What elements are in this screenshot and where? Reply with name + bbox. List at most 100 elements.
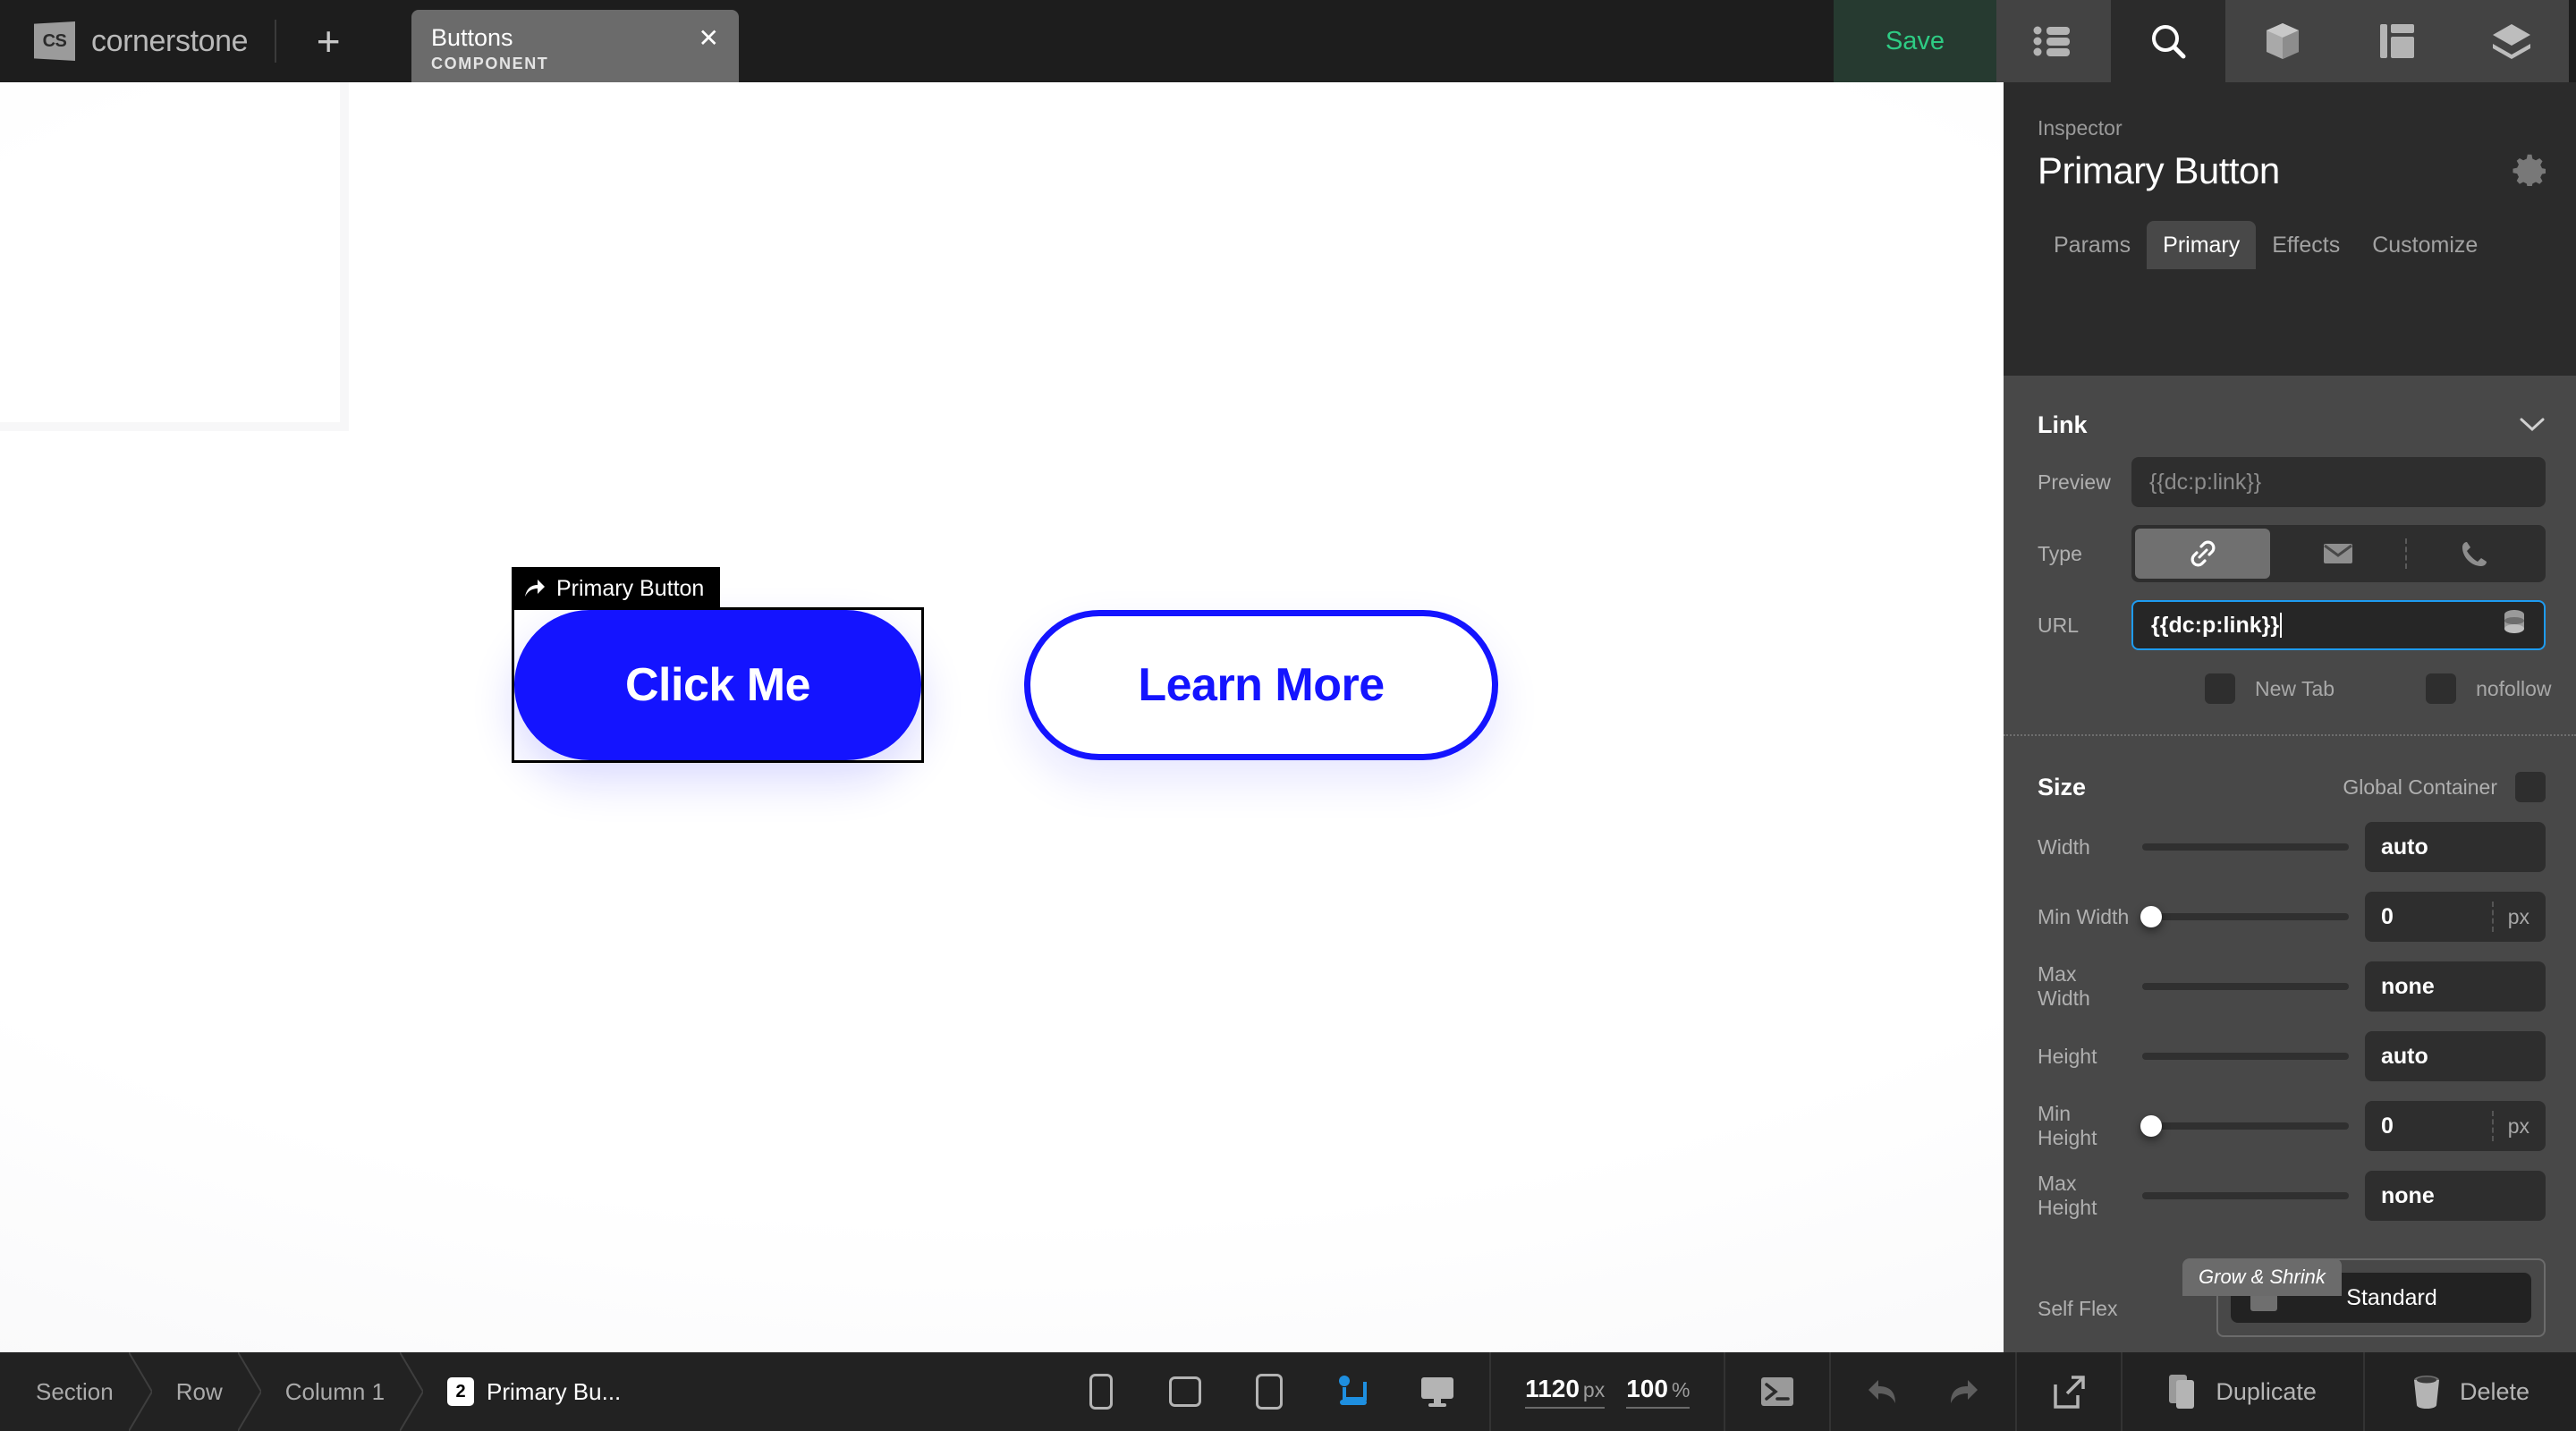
breadcrumb-label: Section — [36, 1377, 114, 1405]
size-row-max-height: Max Height none — [2004, 1171, 2576, 1221]
undo-icon — [1868, 1380, 1896, 1403]
width-slider[interactable] — [2142, 843, 2349, 851]
inspector-title-row: Primary Button — [2004, 140, 2576, 192]
max-width-input[interactable]: none — [2365, 961, 2546, 1012]
tab-effects[interactable]: Effects — [2256, 221, 2356, 269]
undo-button[interactable] — [1854, 1363, 1911, 1420]
type-option-link[interactable] — [2135, 529, 2270, 579]
box-icon — [2267, 23, 2299, 59]
min-width-slider[interactable] — [2140, 906, 2349, 927]
tool-layout-button[interactable] — [2340, 0, 2454, 82]
duplicate-icon — [2169, 1375, 2195, 1409]
selection-badge: Primary Button — [512, 567, 721, 610]
height-slider[interactable] — [2142, 1053, 2349, 1060]
inspector-panel: Inspector Primary Button Params Primary … — [2004, 82, 2576, 1352]
tool-components-button[interactable] — [2225, 0, 2340, 82]
height-input[interactable]: auto — [2365, 1031, 2546, 1081]
chevron-down-icon[interactable] — [2519, 411, 2546, 439]
breadcrumb-section[interactable]: Section — [0, 1352, 152, 1431]
height-value: auto — [2381, 1043, 2428, 1069]
new-tab-checkbox[interactable] — [2205, 673, 2235, 704]
document-tab-title: Buttons — [431, 24, 513, 51]
viewport-mobile-landscape-button[interactable] — [1157, 1363, 1214, 1420]
brand-name: cornerstone — [91, 23, 249, 58]
canvas-width-control[interactable]: 1120 px — [1525, 1375, 1606, 1409]
min-height-unit[interactable]: px — [2491, 1111, 2529, 1141]
tool-layers-button[interactable] — [2454, 0, 2569, 82]
global-container-checkbox[interactable] — [2515, 772, 2546, 802]
close-icon[interactable]: ✕ — [699, 26, 719, 51]
breadcrumb-label: Column 1 — [284, 1377, 386, 1405]
zoom-level-value: 100 — [1626, 1375, 1668, 1402]
size-section-title: Size — [2038, 773, 2087, 800]
trash-icon — [2413, 1376, 2439, 1409]
tab-primary[interactable]: Primary — [2147, 221, 2257, 269]
link-type-segmented-control — [2131, 525, 2546, 582]
max-height-input[interactable]: none — [2365, 1171, 2546, 1221]
top-bar: CS cornerstone + Buttons COMPONENT ✕ Sav… — [0, 0, 2576, 82]
tablet-icon — [1256, 1374, 1284, 1410]
zoom-controls: 1120 px 100 % — [1491, 1352, 1724, 1431]
breadcrumb-row[interactable]: Row — [140, 1352, 261, 1431]
breadcrumb-label: Primary Bu... — [487, 1377, 622, 1405]
selection-badge-label: Primary Button — [556, 575, 705, 601]
breadcrumb-column-1[interactable]: Column 1 — [250, 1352, 424, 1431]
code-button[interactable] — [1749, 1363, 1806, 1420]
secondary-button-learn-more[interactable]: Learn More — [1024, 610, 1498, 760]
min-width-unit[interactable]: px — [2491, 902, 2529, 932]
max-height-value: none — [2381, 1182, 2435, 1208]
viewport-laptop-button[interactable] — [1325, 1363, 1382, 1420]
canvas-corner-shade — [0, 82, 349, 431]
tab-customize[interactable]: Customize — [2356, 221, 2494, 269]
type-option-email[interactable] — [2270, 529, 2405, 579]
global-container-control: Global Container — [2343, 772, 2546, 802]
save-button[interactable]: Save — [1834, 0, 1996, 82]
add-new-button[interactable]: + — [303, 16, 353, 66]
nofollow-checkbox[interactable] — [2426, 673, 2457, 704]
width-value: auto — [2381, 834, 2428, 859]
viewport-mobile-portrait-button[interactable] — [1072, 1363, 1130, 1420]
min-height-input[interactable]: 0 px — [2365, 1101, 2546, 1151]
tool-list-button[interactable] — [1996, 0, 2111, 82]
min-height-value: 0 — [2381, 1113, 2394, 1139]
new-tab-label: New Tab — [2255, 676, 2335, 700]
tool-search-button[interactable] — [2111, 0, 2225, 82]
min-width-input[interactable]: 0 px — [2365, 892, 2546, 942]
min-width-value: 0 — [2381, 903, 2394, 929]
tab-params[interactable]: Params — [2038, 221, 2147, 269]
max-width-slider[interactable] — [2142, 983, 2349, 990]
min-height-label: Min Height — [2038, 1102, 2097, 1149]
max-height-slider[interactable] — [2142, 1192, 2349, 1199]
gear-icon[interactable] — [2512, 152, 2546, 191]
phone-icon — [2462, 542, 2487, 566]
document-tab-buttons[interactable]: Buttons COMPONENT ✕ — [411, 10, 739, 82]
text-caret — [2280, 613, 2283, 638]
min-height-slider[interactable] — [2140, 1115, 2349, 1137]
slider-knob[interactable] — [2140, 1115, 2162, 1137]
brand-area: CS cornerstone — [0, 0, 249, 82]
document-tab-subtitle: COMPONENT — [431, 55, 549, 72]
breadcrumb-label: Row — [175, 1377, 223, 1405]
type-option-phone[interactable] — [2407, 529, 2542, 579]
preview-label: Preview — [2038, 470, 2111, 494]
delete-button[interactable]: Delete — [2365, 1352, 2576, 1431]
slider-knob[interactable] — [2140, 906, 2162, 927]
primary-button-click-me[interactable]: Click Me — [514, 610, 921, 760]
mobile-landscape-icon — [1169, 1376, 1202, 1407]
duplicate-button[interactable]: Duplicate — [2123, 1352, 2363, 1431]
viewport-tablet-button[interactable] — [1241, 1363, 1298, 1420]
cornerstone-logo-icon: CS — [34, 21, 75, 61]
database-icon[interactable] — [2503, 609, 2526, 642]
redo-button[interactable] — [1935, 1363, 1992, 1420]
width-input[interactable]: auto — [2365, 822, 2546, 872]
preview-button[interactable] — [2040, 1363, 2097, 1420]
breadcrumb-primary-button[interactable]: 2 Primary Bu... — [411, 1352, 648, 1431]
url-input[interactable]: {{dc:p:link}} — [2131, 600, 2546, 650]
zoom-level-control[interactable]: 100 % — [1626, 1375, 1690, 1409]
canvas-width-value: 1120 — [1525, 1375, 1580, 1402]
url-input-value: {{dc:p:link}} — [2151, 612, 2280, 638]
laptop-icon — [1339, 1376, 1368, 1405]
viewport-desktop-button[interactable] — [1409, 1363, 1466, 1420]
max-height-label: Max Height — [2038, 1172, 2097, 1219]
topbar-divider — [275, 20, 277, 63]
